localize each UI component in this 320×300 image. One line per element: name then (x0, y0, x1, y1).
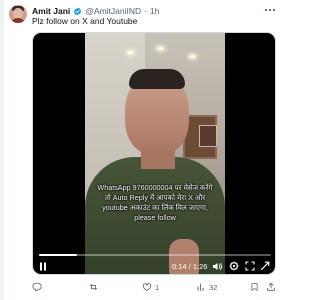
caption-line: youtube अकाउंट का लिंक मिल जाएगा, (102, 203, 208, 212)
like-icon (142, 282, 152, 292)
views-count: 32 (209, 282, 218, 292)
current-time: 0:14 (172, 262, 187, 271)
fullscreen-icon[interactable] (245, 261, 255, 271)
video-controls: 0:14 / 1:26 (33, 258, 275, 274)
video-progress-fill (39, 254, 77, 256)
views-icon (196, 282, 206, 292)
video-progress-bar[interactable] (39, 254, 271, 256)
expand-icon[interactable] (260, 261, 270, 271)
reply-icon (32, 282, 42, 292)
caption-line: WhatsApp 9760000004 पर मेसेज करेंगे (97, 183, 213, 192)
header-separator: · (144, 6, 147, 16)
video-caption: WhatsApp 9760000004 पर मेसेज करेंगे तो A… (85, 183, 225, 223)
repost-icon (88, 282, 99, 292)
background-frame (199, 125, 217, 147)
share-button[interactable] (266, 280, 276, 294)
repost-button[interactable] (88, 280, 102, 294)
like-button[interactable]: 1 (142, 280, 159, 294)
caption-line: तो Auto Reply में आपको मेरा X और (104, 193, 206, 202)
tweet-card: Amit Jani @AmitJaniIND · 1h Plz follow o… (0, 0, 291, 300)
ceiling-light (189, 55, 196, 58)
volume-icon[interactable] (212, 261, 222, 271)
ceiling-light (127, 51, 134, 54)
caption-line: please follow (134, 213, 176, 222)
share-icon (266, 282, 276, 292)
more-horizontal-icon[interactable] (264, 5, 276, 15)
video-player[interactable]: WhatsApp 9760000004 पर मेसेज करेंगे तो A… (32, 32, 276, 275)
views-button[interactable]: 32 (196, 280, 217, 294)
duration: 1:26 (192, 262, 208, 271)
settings-icon[interactable] (229, 261, 239, 271)
bookmark-button[interactable] (250, 280, 259, 294)
avatar-shirt (10, 18, 26, 23)
author-name[interactable]: Amit Jani (32, 6, 70, 16)
play-icon[interactable] (38, 261, 48, 271)
left-divider (0, 0, 4, 300)
avatar[interactable] (9, 5, 27, 23)
video-frame[interactable] (85, 33, 225, 274)
author-handle[interactable]: @AmitJaniIND (85, 6, 141, 16)
verified-badge-icon (73, 7, 82, 16)
tweet-text: Plz follow on X and Youtube (32, 16, 138, 26)
person-hair (129, 69, 185, 89)
tweet-actions: 1 32 (32, 280, 276, 294)
like-count: 1 (155, 282, 160, 292)
video-time-readout: 0:14 / 1:26 (172, 262, 207, 271)
ceiling-light (157, 47, 164, 50)
bookmark-icon (250, 282, 259, 292)
reply-button[interactable] (32, 280, 45, 294)
post-time[interactable]: 1h (150, 6, 159, 16)
